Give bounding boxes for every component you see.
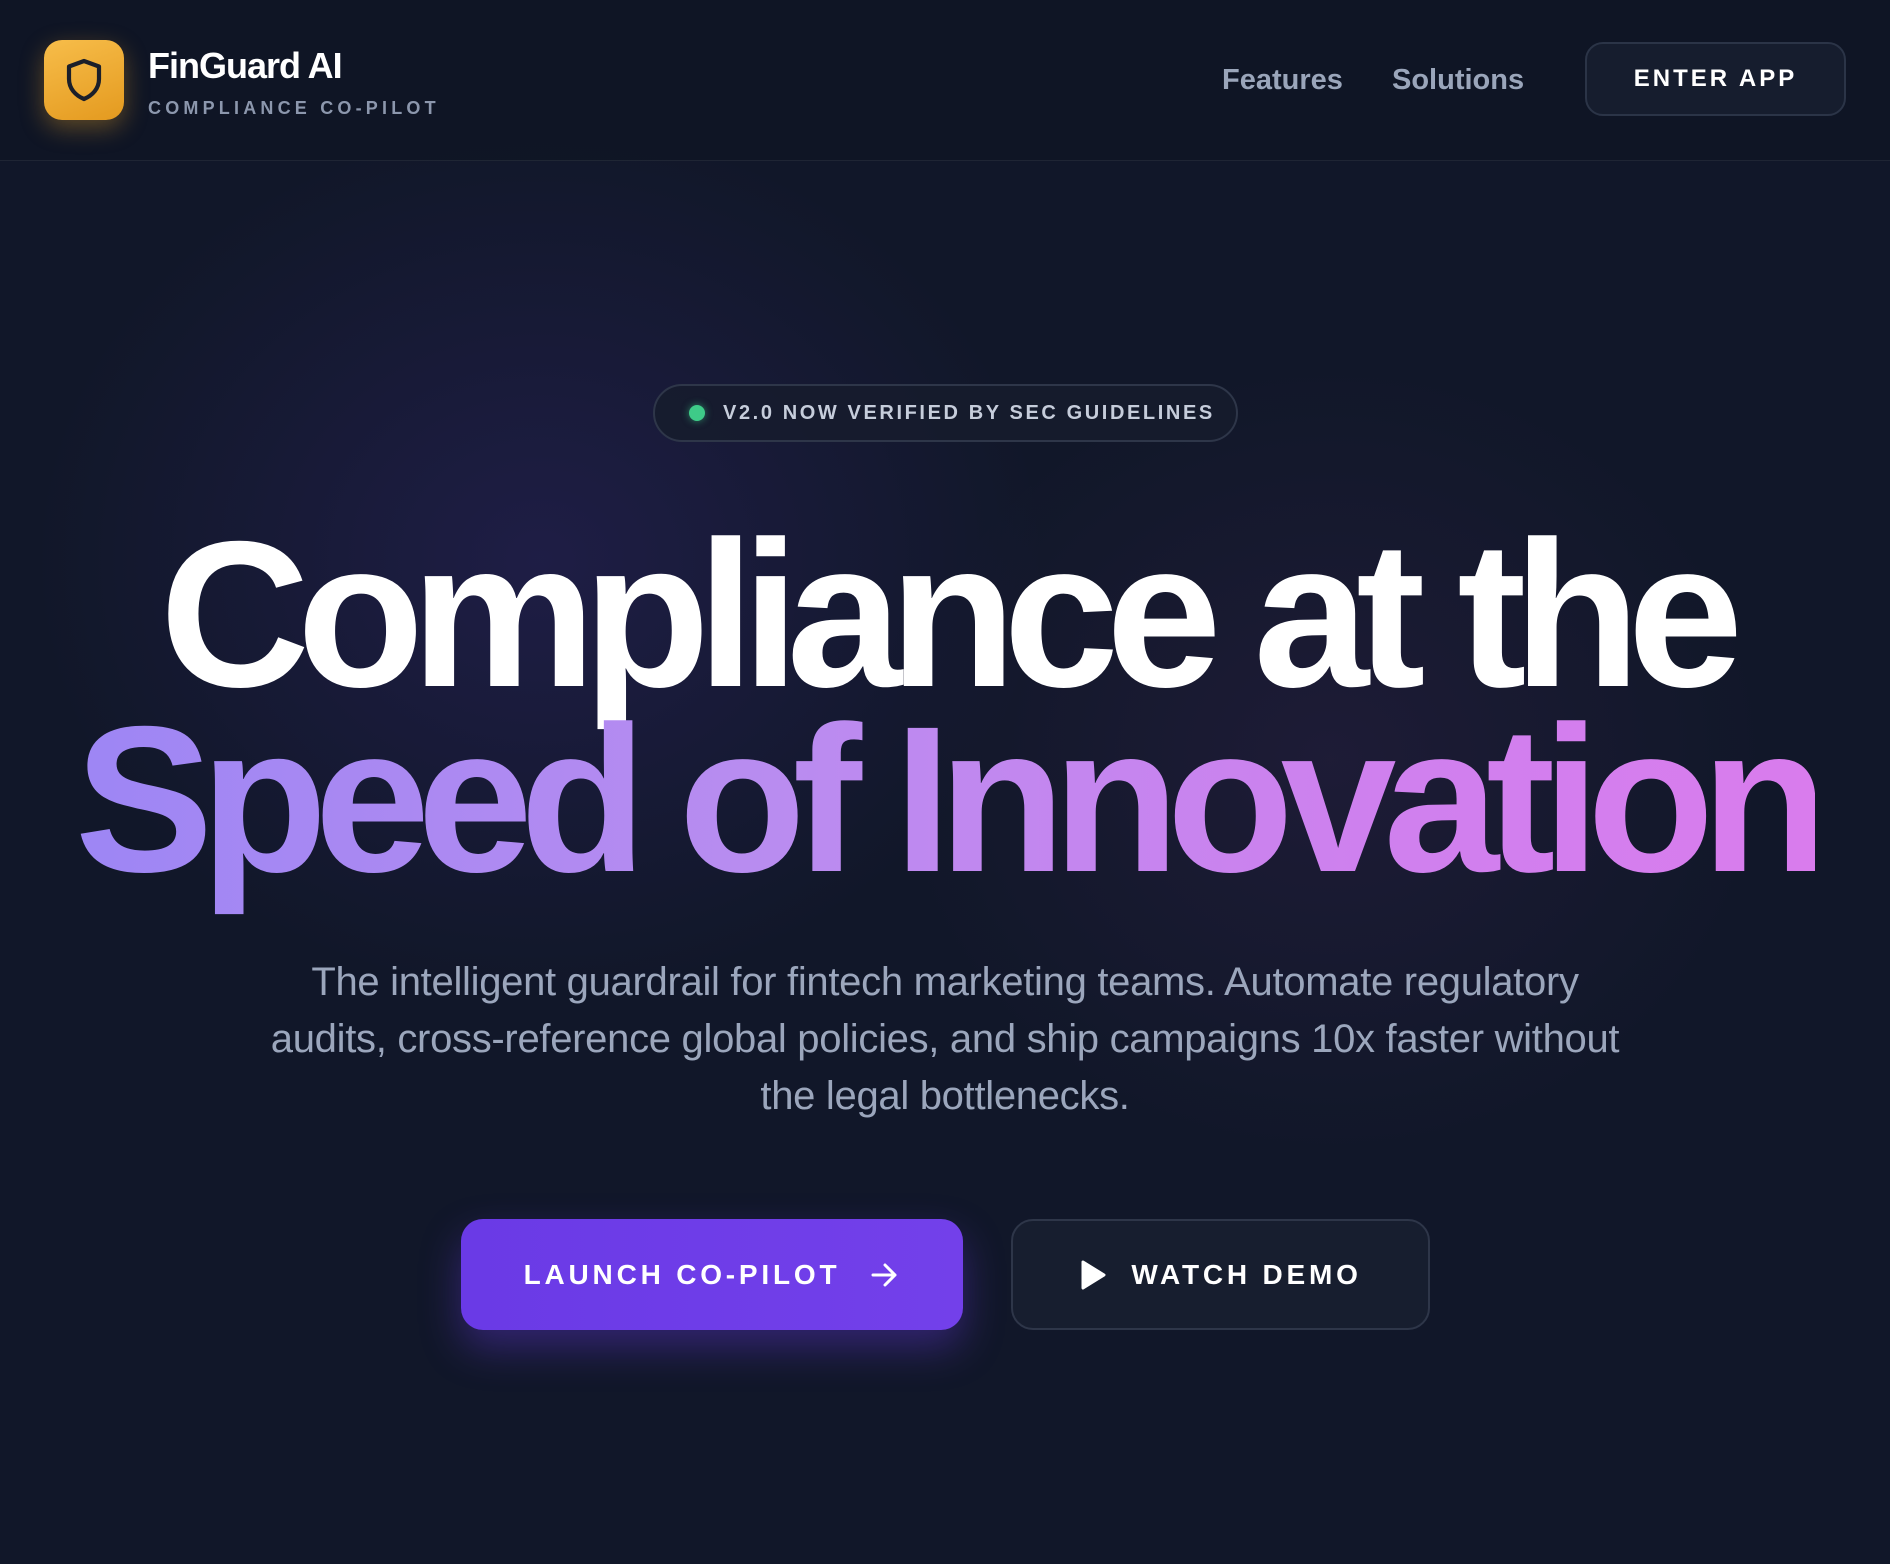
nav-link-solutions[interactable]: Solutions <box>1392 60 1524 100</box>
hero-headline-line-2-wrapper: Speed of Innovation <box>0 690 1890 910</box>
launch-copilot-label: LAUNCH CO-PILOT <box>523 1258 841 1290</box>
brand-name[interactable]: FinGuard AI <box>148 44 343 88</box>
nav-link-features[interactable]: Features <box>1222 60 1343 100</box>
watch-demo-label: WATCH DEMO <box>1131 1258 1362 1290</box>
watch-demo-button[interactable]: WATCH DEMO <box>1011 1219 1430 1330</box>
arrow-right-icon <box>870 1262 900 1288</box>
announcement-badge: V2.0 NOW VERIFIED BY SEC GUIDELINES <box>653 384 1238 442</box>
top-navbar: FinGuard AI COMPLIANCE CO-PILOT Features… <box>0 0 1890 161</box>
brand-tagline: COMPLIANCE CO-PILOT <box>148 98 440 118</box>
badge-text: V2.0 NOW VERIFIED BY SEC GUIDELINES <box>723 401 1215 424</box>
status-dot-icon <box>689 405 705 421</box>
launch-copilot-button[interactable]: LAUNCH CO-PILOT <box>461 1219 963 1330</box>
logo-badge[interactable] <box>44 40 124 120</box>
enter-app-button[interactable]: ENTER APP <box>1585 42 1846 116</box>
landing-page: FinGuard AI COMPLIANCE CO-PILOT Features… <box>0 0 1890 1564</box>
hero-subtitle: The intelligent guardrail for fintech ma… <box>270 960 1620 1118</box>
play-icon <box>1079 1259 1107 1291</box>
hero-headline-line-2: Speed of Innovation <box>74 684 1829 916</box>
shield-icon <box>66 58 102 102</box>
